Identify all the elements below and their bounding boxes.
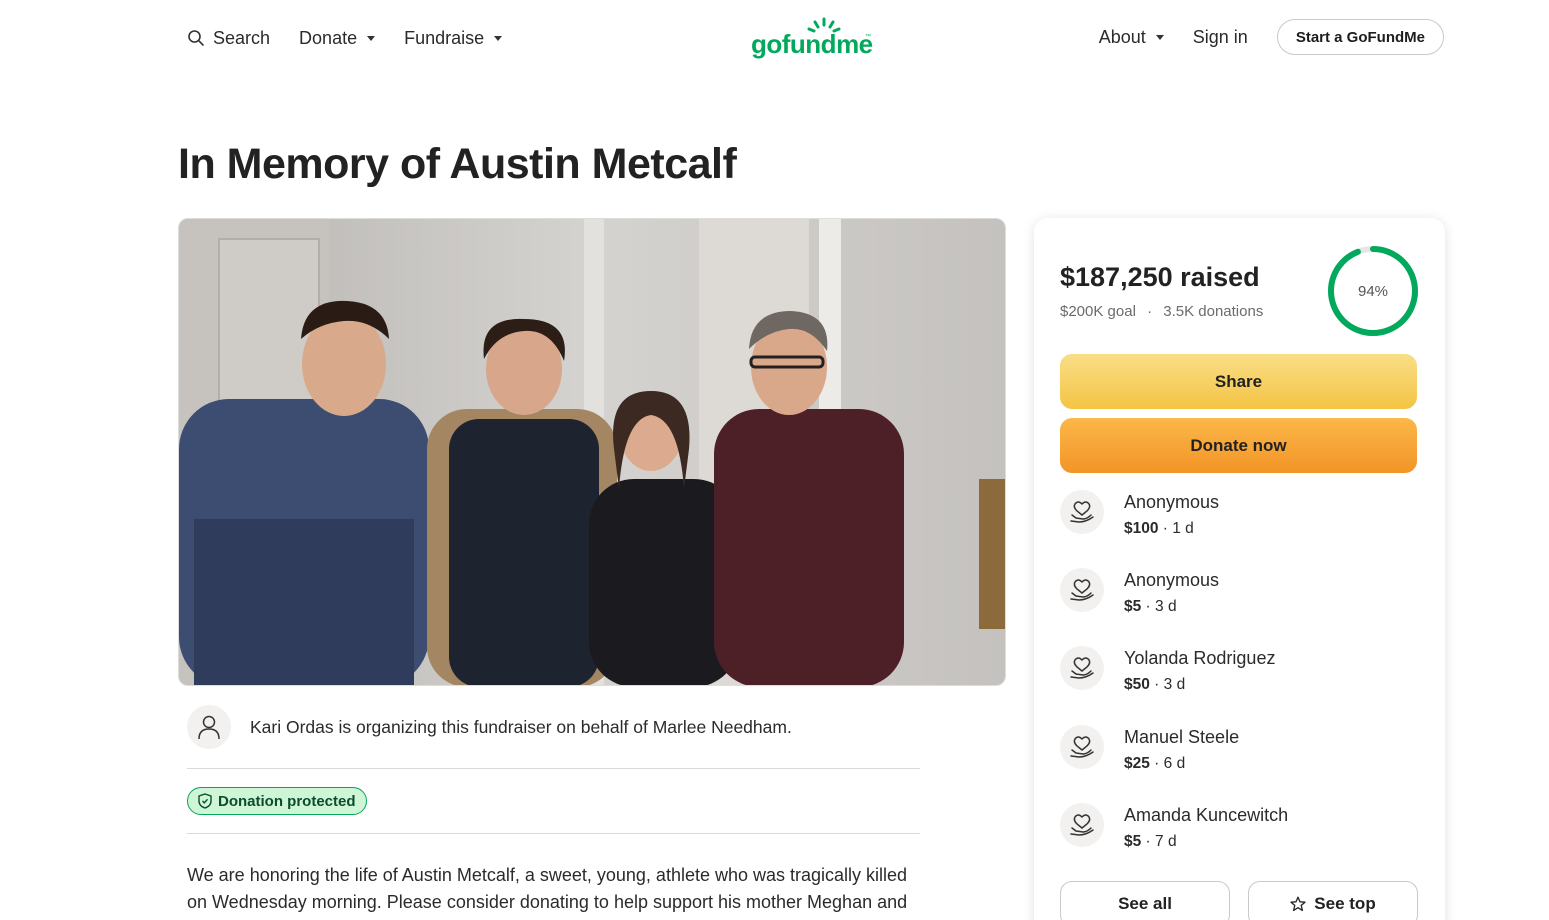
heart-hand-icon (1070, 814, 1094, 836)
donation-amount: $100 (1124, 520, 1159, 537)
donation-item: Manuel Steele $25 · 6 d (1060, 725, 1417, 775)
donor-avatar (1060, 490, 1104, 534)
search-icon (188, 30, 204, 46)
see-top-button[interactable]: See top (1248, 881, 1418, 920)
goal-meta: $200K goal · 3.5K donations (1060, 303, 1263, 320)
divider (187, 833, 920, 834)
heart-hand-icon (1070, 736, 1094, 758)
donation-item: Anonymous $100 · 1 d (1060, 490, 1417, 540)
sign-in-link[interactable]: Sign in (1193, 23, 1248, 51)
donation-item: Amanda Kuncewitch $5 · 7 d (1060, 803, 1417, 853)
donor-name: Anonymous (1124, 492, 1220, 512)
donor-name: Manuel Steele (1124, 727, 1240, 747)
donation-amount-line: $50 · 3 d (1124, 676, 1185, 694)
donation-amount-line: $5 · 3 d (1124, 598, 1177, 616)
progress-percent: 94% (1358, 283, 1388, 300)
logo-trademark: ™ (865, 34, 871, 40)
family-photo-image (179, 219, 1005, 685)
donation-time: · 7 d (1141, 833, 1177, 850)
donation-amount: $25 (1124, 755, 1150, 772)
logo-wordmark: gofundme (751, 29, 873, 59)
donate-now-button[interactable]: Donate now (1060, 418, 1417, 473)
star-icon (1290, 896, 1306, 912)
story-text: We are honoring the life of Austin Metca… (187, 865, 908, 912)
donor-name: Yolanda Rodriguez (1124, 648, 1276, 668)
donation-item: Anonymous $5 · 3 d (1060, 568, 1417, 618)
donate-menu-label: Donate (299, 27, 358, 48)
search-label: Search (213, 27, 271, 48)
donor-avatar (1060, 725, 1104, 769)
donations-count: 3.5K donations (1163, 303, 1264, 320)
heart-hand-icon (1070, 657, 1094, 679)
progress-ring: 94% (1328, 246, 1418, 336)
share-button[interactable]: Share (1060, 354, 1417, 409)
donation-amount-line: $25 · 6 d (1124, 755, 1185, 773)
about-menu-label: About (1098, 26, 1146, 47)
heart-hand-icon (1070, 501, 1094, 523)
nav-right: About Sign in Start a GoFundMe (1099, 19, 1444, 55)
donor-name: Anonymous (1124, 570, 1220, 590)
donation-amount: $50 (1124, 676, 1150, 693)
top-nav: Search Donate Fundraise gofundme ™ About (0, 0, 1549, 76)
donation-amount: $5 (1124, 833, 1142, 850)
sign-in-label: Sign in (1192, 26, 1248, 47)
user-icon (198, 715, 220, 740)
donation-amount: $5 (1124, 598, 1142, 615)
organizer-row: Kari Ordas is organizing this fundraiser… (187, 705, 920, 749)
see-top-label: See top (1314, 894, 1376, 913)
donation-time: · 1 d (1158, 520, 1194, 537)
divider (187, 768, 920, 769)
meta-separator: · (1147, 303, 1153, 320)
see-all-button[interactable]: See all (1060, 881, 1230, 920)
donation-amount-line: $100 · 1 d (1124, 520, 1194, 538)
donation-protected-label: Donation protected (218, 792, 356, 810)
chevron-down-icon (494, 35, 503, 41)
page-title: In Memory of Austin Metcalf (178, 140, 737, 188)
donate-menu[interactable]: Donate (299, 24, 376, 52)
amount-raised: $187,250 raised (1060, 262, 1260, 292)
donor-avatar (1060, 646, 1104, 690)
nav-left: Search Donate Fundraise (187, 24, 503, 52)
campaign-photo (178, 218, 1006, 686)
donor-avatar (1060, 568, 1104, 612)
donation-item: Yolanda Rodriguez $50 · 3 d (1060, 646, 1417, 696)
donor-name: Amanda Kuncewitch (1124, 805, 1289, 825)
chevron-down-icon (1155, 34, 1164, 40)
search-link[interactable]: Search (187, 24, 270, 52)
chevron-down-icon (367, 35, 376, 41)
gofundme-logo[interactable]: gofundme ™ (751, 16, 875, 60)
about-menu[interactable]: About (1099, 23, 1164, 51)
start-gofundme-button[interactable]: Start a GoFundMe (1276, 19, 1444, 55)
see-all-label: See all (1118, 894, 1172, 913)
heart-hand-icon (1070, 579, 1094, 601)
fundraise-menu[interactable]: Fundraise (404, 24, 503, 52)
goal-amount: $200K goal (1060, 303, 1136, 320)
donation-amount-line: $5 · 7 d (1124, 833, 1177, 851)
donor-avatar (1060, 803, 1104, 847)
donation-protected-badge[interactable]: Donation protected (187, 787, 367, 815)
organizer-text: Kari Ordas is organizing this fundraiser… (250, 716, 792, 737)
donation-time: · 3 d (1149, 676, 1186, 693)
donation-time: · 6 d (1149, 755, 1186, 772)
donation-summary-card: $187,250 raised $200K goal · 3.5K donati… (1034, 218, 1445, 920)
organizer-avatar (187, 705, 231, 749)
fundraise-menu-label: Fundraise (404, 27, 485, 48)
shield-icon (198, 793, 212, 809)
donation-time: · 3 d (1141, 598, 1177, 615)
